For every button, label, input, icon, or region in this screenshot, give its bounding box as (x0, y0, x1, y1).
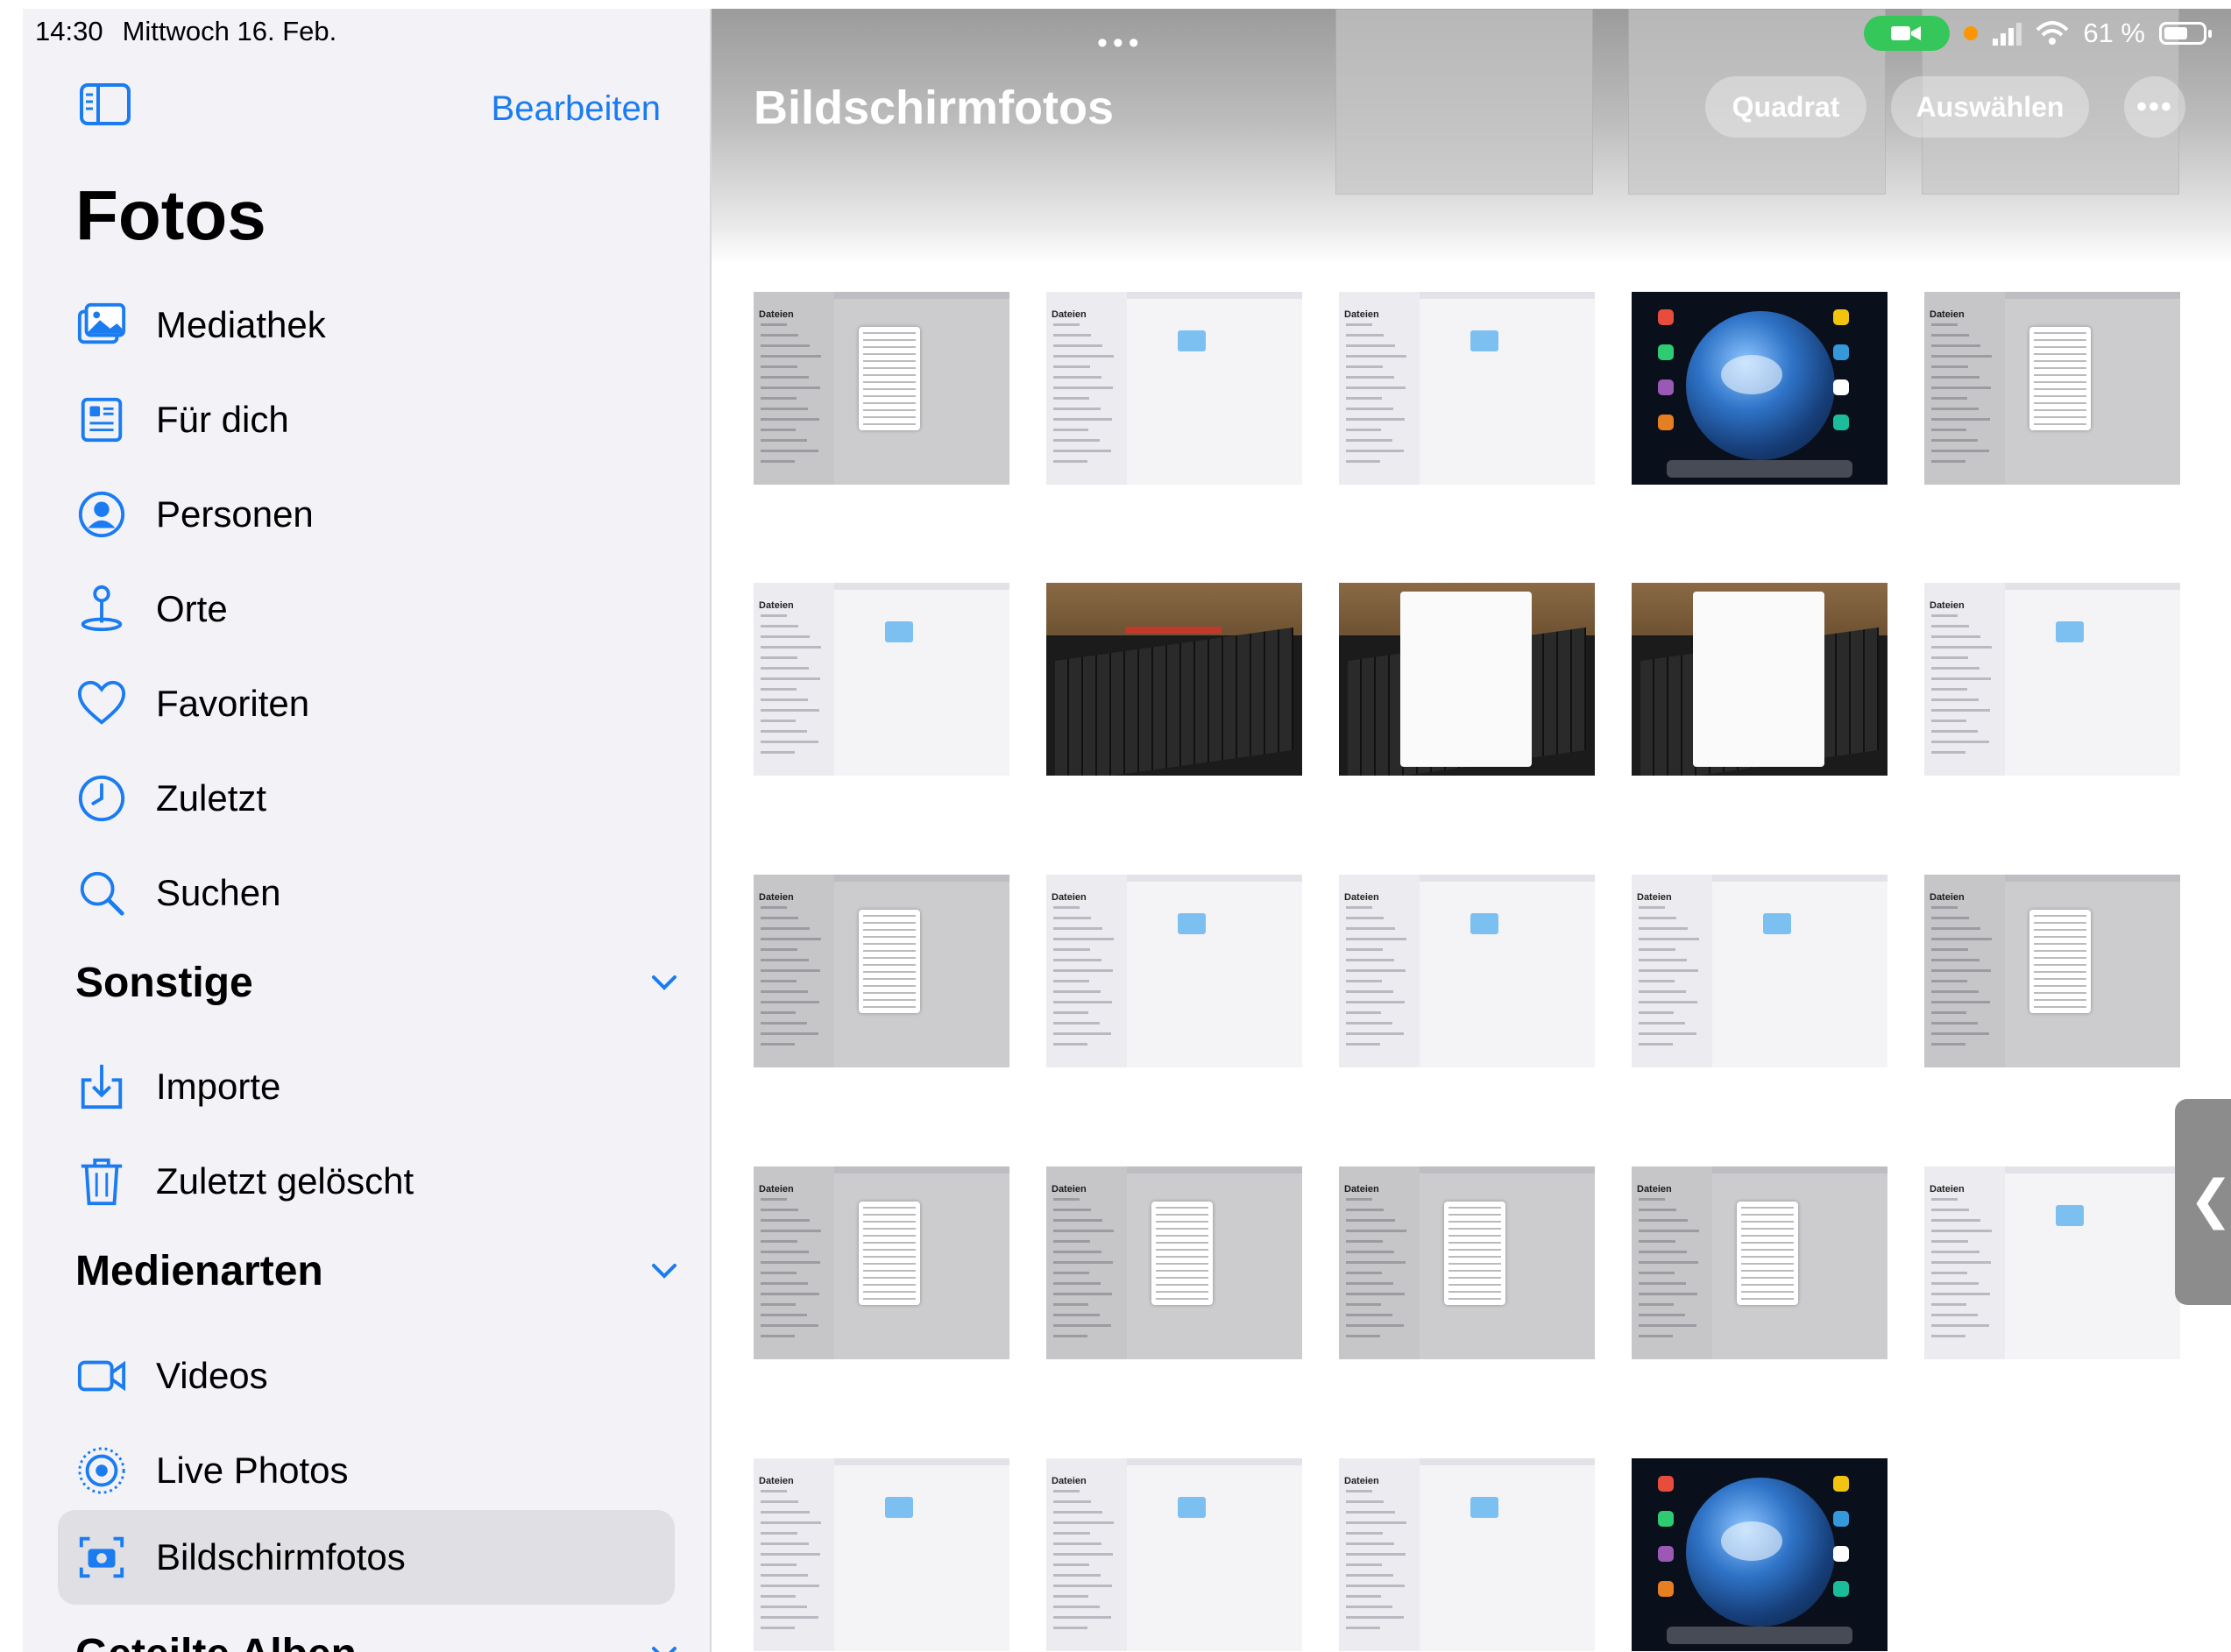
battery-icon (2159, 22, 2212, 45)
screenshot-thumbnail[interactable]: Dateien (754, 292, 1009, 485)
screenshot-thumbnail[interactable]: Dateien (1046, 1166, 1302, 1359)
status-time: 14:30 (35, 16, 103, 46)
screenshot-thumbnail[interactable]: Dateien (1632, 1166, 1887, 1359)
screenshot-thumbnail[interactable] (1632, 583, 1887, 776)
facetime-indicator-icon (1864, 16, 1951, 51)
trash-icon (75, 1155, 128, 1208)
video-icon (75, 1350, 128, 1402)
cellular-signal-icon (1993, 23, 2022, 46)
screenshot-thumbnail[interactable]: Dateien (754, 875, 1009, 1067)
sidebar-item-label: Zuletzt gelöscht (156, 1160, 414, 1202)
section-header-sonstige[interactable]: Sonstige (75, 952, 689, 1013)
chevron-left-icon: ❮ (2189, 1170, 2231, 1229)
screenshot-thumbnail[interactable]: Dateien (1632, 875, 1887, 1067)
side-panel-handle[interactable]: ❮ (2175, 1099, 2231, 1305)
sidebar-item-live-photos[interactable]: Live Photos (75, 1436, 689, 1506)
sidebar-item-label: Für dich (156, 399, 289, 440)
screenshot-thumbnail[interactable]: Dateien (754, 1166, 1009, 1359)
sidebar-item-importe[interactable]: Importe (75, 1052, 689, 1122)
more-options-button[interactable]: ••• (2124, 76, 2185, 138)
section-title: Sonstige (75, 959, 253, 1006)
status-bar-right: 61 % (1864, 16, 2212, 51)
screenshot-thumbnail[interactable]: Dateien (1924, 1166, 2180, 1359)
clock-icon (75, 772, 128, 825)
aspect-toggle-button[interactable]: Quadrat (1705, 76, 1866, 138)
screenshot-thumbnail[interactable]: Dateien (1339, 875, 1595, 1067)
sidebar-item-suchen[interactable]: Suchen (75, 858, 689, 928)
sidebar-item-mediathek[interactable]: Mediathek (75, 290, 689, 360)
sidebar-item-favoriten[interactable]: Favoriten (75, 669, 689, 739)
screenshot-thumbnail[interactable]: Dateien (1924, 583, 2180, 776)
heart-icon (75, 677, 128, 730)
section-header-medienarten[interactable]: Medienarten (75, 1240, 689, 1301)
album-title: Bildschirmfotos (754, 82, 1115, 134)
person-circle-icon (75, 488, 128, 541)
edit-button[interactable]: Bearbeiten (492, 89, 661, 129)
photo-library-icon (75, 299, 128, 351)
screenshot-icon (75, 1531, 128, 1584)
status-bar-left: 14:30 Mittwoch 16. Feb. (35, 16, 336, 47)
sidebar-item-label: Personen (156, 493, 314, 535)
section-title: Medienarten (75, 1247, 323, 1294)
scrolled-thumbnail (1335, 9, 1593, 195)
live-photo-icon (75, 1444, 128, 1497)
screenshot-thumbnail[interactable]: Dateien (1339, 1166, 1595, 1359)
sidebar-item-label: Orte (156, 588, 228, 629)
sidebar: 14:30 Mittwoch 16. Feb. Bearbeiten Fotos … (23, 9, 710, 1652)
sidebar-item-videos[interactable]: Videos (75, 1341, 689, 1411)
multitasking-dots-icon[interactable]: ••• (1097, 26, 1144, 60)
screenshot-thumbnail[interactable]: Dateien (754, 583, 1009, 776)
chevron-down-icon (652, 975, 676, 990)
screenshot-thumbnail[interactable]: Dateien (754, 1458, 1009, 1651)
sidebar-item-bildschirmfotos[interactable]: Bildschirmfotos (75, 1522, 689, 1592)
for-you-icon (75, 394, 128, 446)
screenshot-thumbnail[interactable]: Dateien (1924, 875, 2180, 1067)
screenshot-thumbnail[interactable]: Dateien (1924, 292, 2180, 485)
wifi-icon (2036, 21, 2069, 45)
section-title: Geteilte Alben (75, 1630, 357, 1652)
sidebar-item-zuletzt[interactable]: Zuletzt (75, 763, 689, 833)
sidebar-item-orte[interactable]: Orte (75, 574, 689, 644)
sidebar-toggle-icon[interactable] (79, 82, 131, 126)
screenshot-thumbnail[interactable]: Dateien (1339, 1458, 1595, 1651)
import-icon (75, 1060, 128, 1113)
screenshot-thumbnail[interactable] (1632, 292, 1887, 485)
chevron-down-icon (652, 1264, 676, 1279)
sidebar-item-label: Importe (156, 1066, 281, 1107)
sidebar-item-fuer-dich[interactable]: Für dich (75, 385, 689, 455)
sidebar-item-label: Videos (156, 1355, 268, 1396)
sidebar-item-zuletzt-geloescht[interactable]: Zuletzt gelöscht (75, 1146, 689, 1216)
sidebar-item-label: Zuletzt (156, 777, 267, 819)
screenshot-thumbnail[interactable]: Dateien (1046, 292, 1302, 485)
section-header-geteilte-alben[interactable]: Geteilte Alben (75, 1623, 689, 1652)
battery-fill (2164, 27, 2187, 39)
screenshot-thumbnail[interactable] (1632, 1458, 1887, 1651)
sidebar-item-label: Bildschirmfotos (156, 1536, 406, 1578)
sidebar-item-label: Mediathek (156, 304, 326, 345)
map-pin-icon (75, 583, 128, 635)
screenshot-thumbnail[interactable] (1339, 583, 1595, 776)
sidebar-item-label: Suchen (156, 872, 281, 913)
chevron-down-icon (652, 1647, 676, 1652)
search-icon (75, 867, 128, 919)
sidebar-title: Fotos (75, 176, 266, 254)
photo-grid-area: ••• 61 % Bildschirmfotos Quadrat Auswähl… (712, 9, 2231, 1652)
screenshot-thumbnail[interactable]: Dateien (1046, 1458, 1302, 1651)
sidebar-item-label: Live Photos (156, 1450, 349, 1491)
sidebar-item-personen[interactable]: Personen (75, 479, 689, 549)
microphone-indicator-icon (1964, 26, 1979, 40)
sidebar-item-label: Favoriten (156, 683, 310, 724)
select-button[interactable]: Auswählen (1891, 76, 2089, 138)
status-date: Mittwoch 16. Feb. (122, 16, 337, 46)
screenshot-thumbnail[interactable] (1046, 583, 1302, 776)
screenshot-thumbnail[interactable]: Dateien (1046, 875, 1302, 1067)
screenshot-thumbnail[interactable]: Dateien (1339, 292, 1595, 485)
battery-percent: 61 % (2083, 18, 2145, 48)
